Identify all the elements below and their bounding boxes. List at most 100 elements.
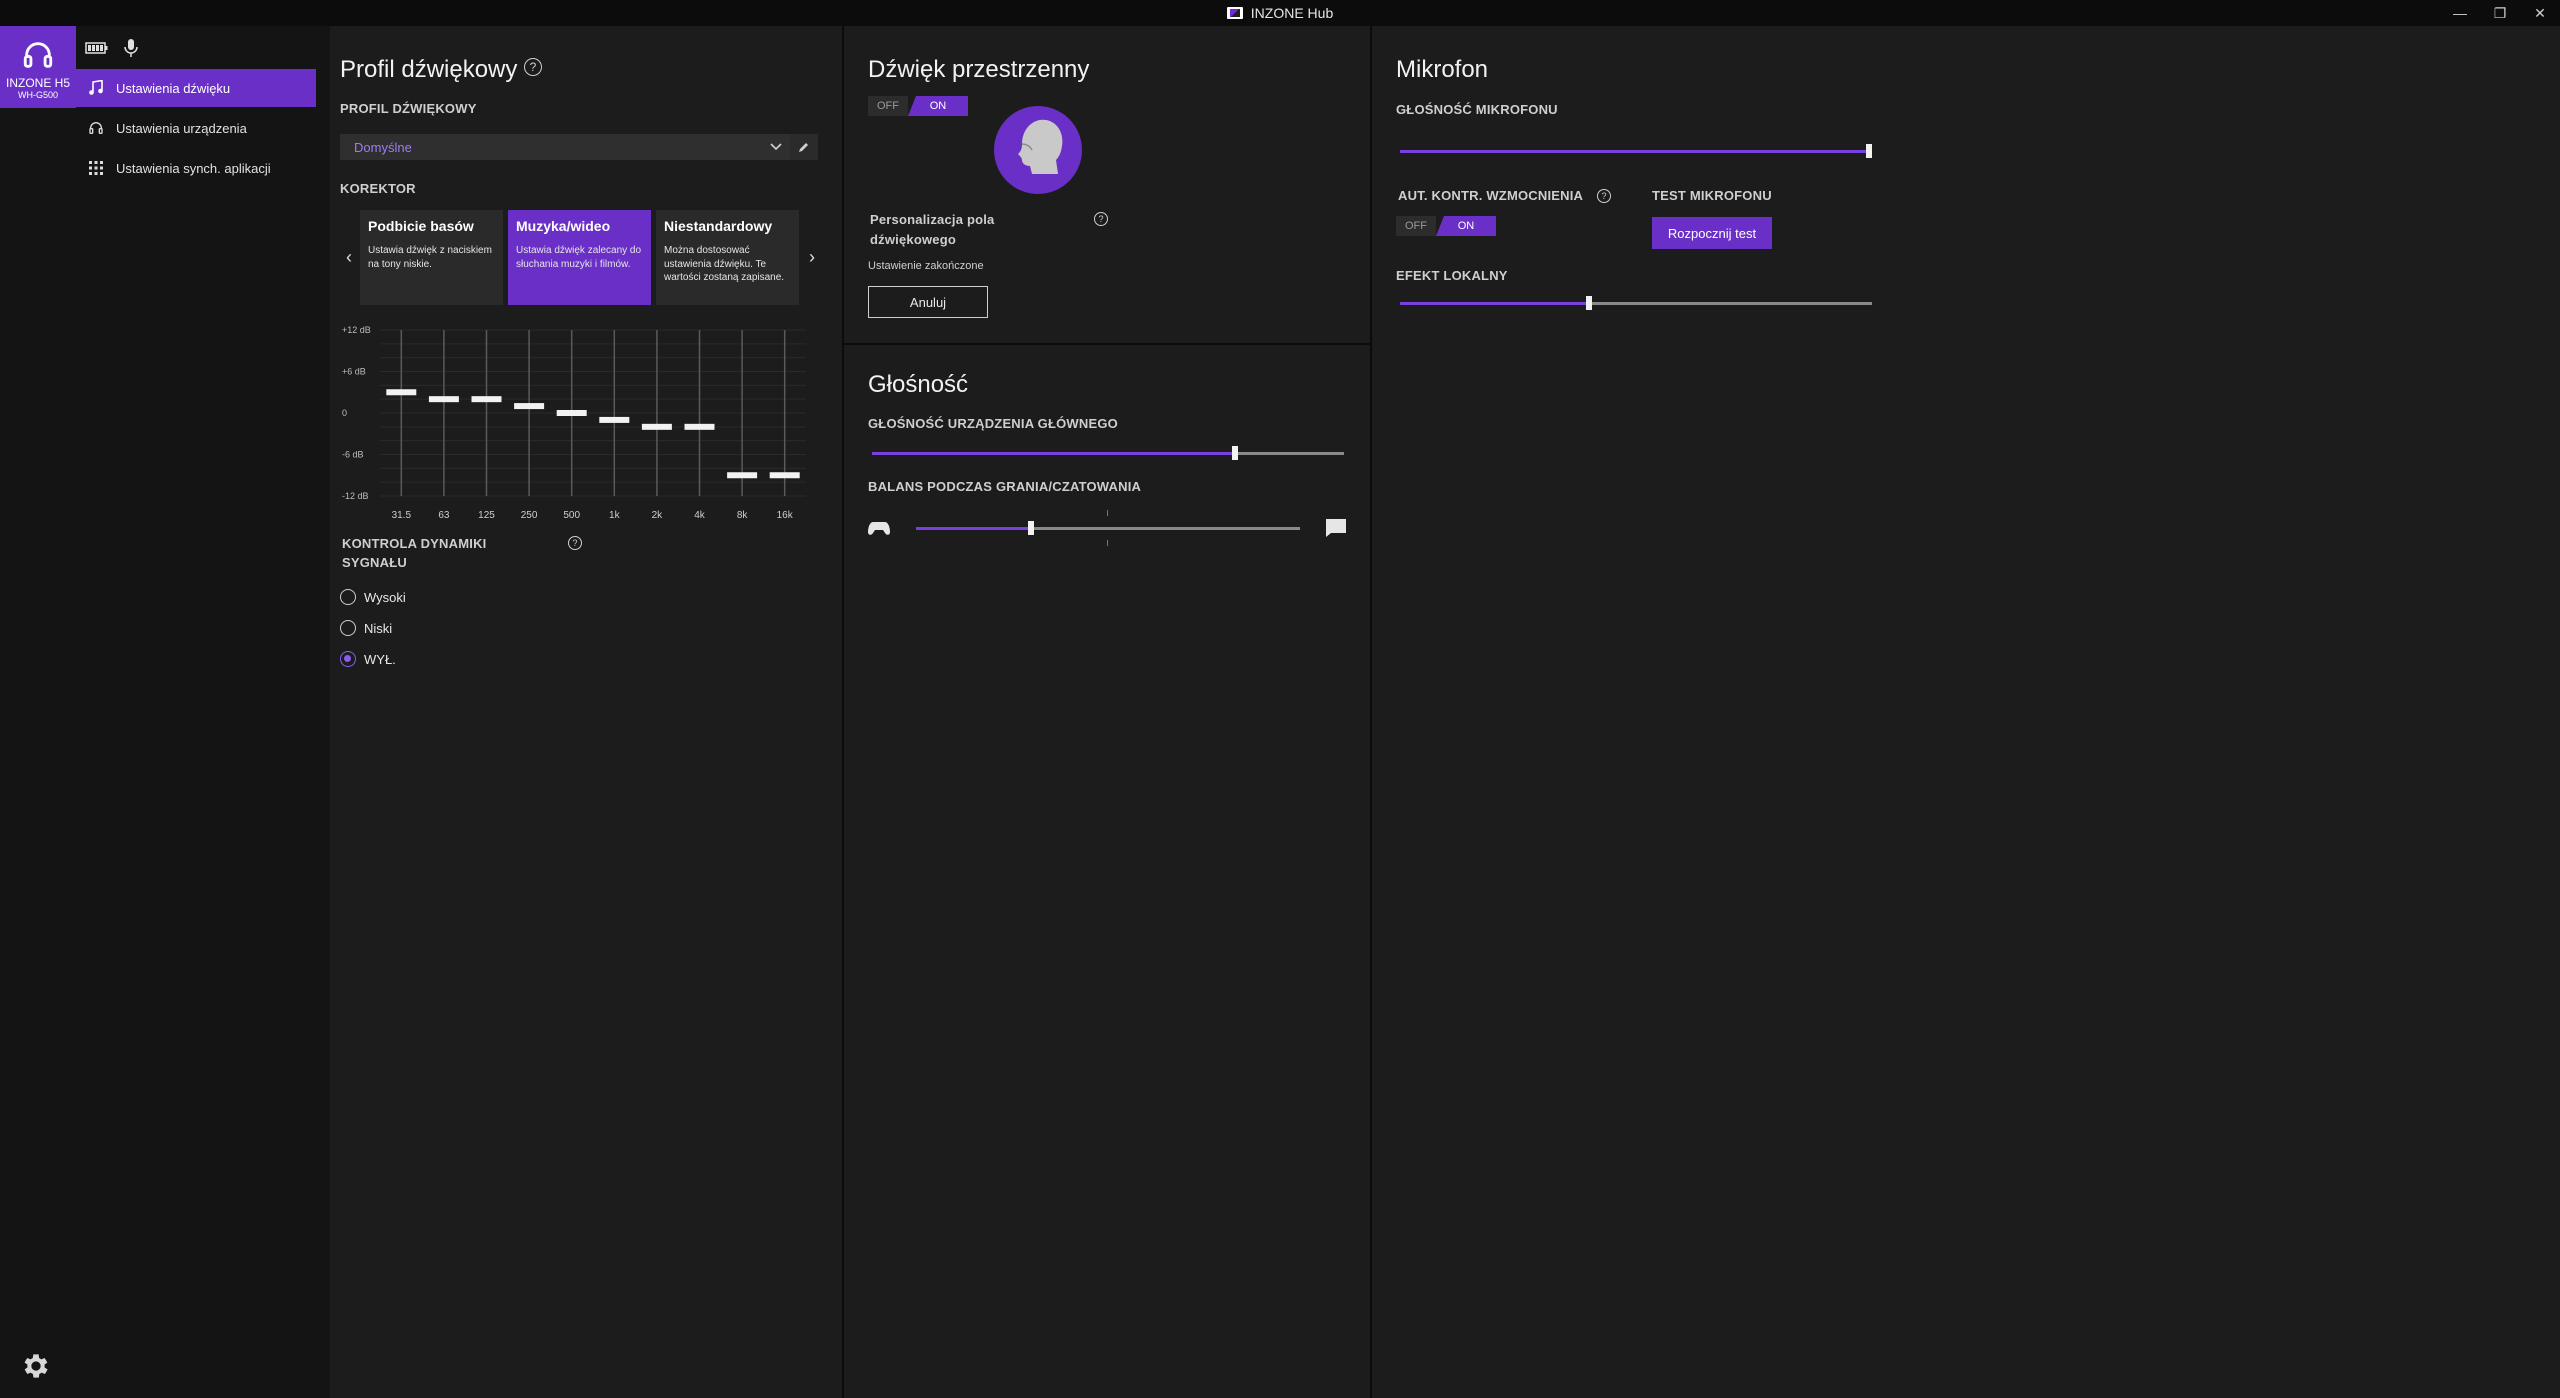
dynamics-label: KONTROLA DYNAMIKI SYGNAŁU: [342, 534, 486, 572]
toggle-on-label: ON: [908, 96, 968, 116]
eq-band-handle[interactable]: [684, 423, 715, 430]
preset-card-custom[interactable]: Niestandardowy Można dostosować ustawien…: [656, 210, 799, 305]
column-divider: [1370, 26, 1372, 1398]
sound-field-personalization-label: Personalizacja pola dźwiękowego: [870, 210, 994, 250]
dynamics-label-line: SYGNAŁU: [342, 555, 407, 570]
device-model: WH-G500: [17, 90, 58, 100]
device-name: INZONE H5: [5, 76, 70, 90]
dynamics-option-off[interactable]: WYŁ.: [340, 651, 396, 667]
preset-description: Ustawia dźwięk zalecany do słuchania muz…: [516, 245, 642, 270]
eq-y-tick-label: 0: [342, 408, 347, 418]
device-tile[interactable]: INZONE H5 WH-G500: [0, 26, 76, 108]
eq-band-handle[interactable]: [599, 416, 630, 423]
slider-fill: [1400, 150, 1872, 153]
main-volume-label: GŁOŚNOŚĆ URZĄDZENIA GŁÓWNEGO: [868, 416, 1118, 431]
eq-y-tick-label: -6 dB: [342, 450, 364, 460]
center-tick: [1107, 540, 1108, 546]
slider-thumb[interactable]: [1028, 521, 1035, 535]
sound-profile-dropdown[interactable]: Domyślne: [340, 134, 790, 160]
eq-band-handle[interactable]: [386, 389, 417, 396]
toggle-on-label: ON: [1436, 216, 1496, 236]
dynamics-option-low[interactable]: Niski: [340, 620, 392, 636]
chevron-left-icon[interactable]: ‹: [339, 240, 359, 274]
sidebar-item-device-settings[interactable]: Ustawienia urządzenia: [76, 109, 316, 147]
slider-fill: [872, 452, 1236, 455]
head-model-icon: [992, 104, 1084, 201]
eq-band-handle[interactable]: [556, 410, 587, 416]
personalization-label-line: Personalizacja pola: [870, 212, 995, 227]
dynamics-option-high[interactable]: Wysoki: [340, 589, 406, 605]
eq-y-tick-label: +12 dB: [342, 325, 371, 335]
sidetone-slider[interactable]: [1400, 296, 1872, 310]
slider-thumb[interactable]: [1866, 144, 1872, 158]
eq-x-tick-label: 250: [521, 510, 538, 521]
slider-thumb[interactable]: [1585, 296, 1592, 310]
preset-title: Niestandardowy: [664, 218, 773, 234]
chevron-down-icon[interactable]: [762, 134, 790, 160]
restore-button[interactable]: ❐: [2480, 0, 2520, 26]
agc-toggle[interactable]: OFF ON: [1396, 216, 1496, 236]
eq-band-handle[interactable]: [428, 396, 459, 403]
window-title: INZONE Hub: [1250, 5, 1334, 21]
column-divider: [842, 26, 844, 1398]
question-icon[interactable]: ?: [524, 58, 542, 76]
spatial-sound-toggle[interactable]: OFF ON: [868, 96, 968, 116]
close-button[interactable]: ✕: [2520, 0, 2560, 26]
dropdown-value: Domyślne: [354, 139, 412, 155]
headset-icon: [23, 42, 53, 68]
sidebar-item-sound-settings[interactable]: Ustawienia dźwięku: [76, 69, 316, 107]
eq-band-handle[interactable]: [769, 472, 800, 479]
equalizer-chart[interactable]: +12 dB +6 dB 0 -6 dB -12 dB 31.5 63 125 250 500 1k…: [340, 318, 810, 524]
eq-x-tick-label: 4k: [694, 510, 706, 521]
eq-band-handle[interactable]: [727, 472, 758, 479]
microphone-heading: Mikrofon: [1396, 56, 1489, 83]
eq-band-handle[interactable]: [471, 396, 502, 403]
gear-icon[interactable]: [20, 1350, 52, 1387]
game-chat-balance-slider[interactable]: [916, 521, 1300, 535]
chevron-right-icon[interactable]: ›: [802, 240, 822, 274]
cancel-button[interactable]: Anuluj: [868, 286, 988, 318]
dynamics-label-line: KONTROLA DYNAMIKI: [342, 536, 487, 551]
radio-label: Wysoki: [364, 589, 406, 605]
eq-band-handle[interactable]: [514, 403, 545, 410]
eq-x-tick-label: 63: [438, 510, 450, 521]
microphone-icon: [116, 34, 146, 62]
preset-card-bass-boost[interactable]: Podbicie basów Ustawia dźwięk z naciskie…: [360, 210, 503, 305]
eq-x-tick-label: 500: [563, 510, 580, 521]
minimize-button[interactable]: —: [2440, 0, 2480, 26]
eq-band-handle[interactable]: [641, 423, 672, 430]
edit-pencil-icon[interactable]: [790, 134, 818, 160]
main-volume-slider[interactable]: [872, 446, 1344, 460]
radio-button[interactable]: [340, 589, 356, 605]
radio-button[interactable]: [340, 651, 356, 667]
chat-bubble-icon: [1325, 518, 1347, 543]
radio-button[interactable]: [340, 620, 356, 636]
eq-x-tick-label: 1k: [609, 510, 621, 521]
preset-description: Ustawia dźwięk z naciskiem na tony niski…: [368, 245, 492, 270]
sidebar-item-label: Ustawienia dźwięku: [116, 80, 231, 96]
eq-x-tick-label: 31.5: [392, 510, 412, 521]
profile-label: PROFIL DŹWIĘKOWY: [340, 101, 477, 116]
preset-card-music-video[interactable]: Muzyka/wideo Ustawia dźwięk zalecany do …: [508, 210, 651, 305]
preset-description: Można dostosować ustawienia dźwięku. Te …: [664, 245, 785, 283]
sidebar-item-label: Ustawienia synch. aplikacji: [116, 160, 271, 176]
start-test-button[interactable]: Rozpocznij test: [1652, 217, 1772, 249]
toggle-off-label: OFF: [1396, 216, 1436, 236]
mic-volume-slider[interactable]: [1400, 144, 1872, 158]
eq-x-tick-label: 8k: [737, 510, 749, 521]
center-tick: [1107, 510, 1108, 516]
section-divider: [844, 343, 1370, 345]
sidetone-label: EFEKT LOKALNY: [1396, 268, 1508, 283]
mic-test-label: TEST MIKROFONU: [1652, 188, 1772, 203]
question-icon[interactable]: ?: [1597, 189, 1611, 203]
balance-label: BALANS PODCZAS GRANIA/CZATOWANIA: [868, 479, 1142, 494]
eq-x-tick-label: 125: [478, 510, 495, 521]
battery-icon: [82, 34, 112, 62]
mic-volume-label: GŁOŚNOŚĆ MIKROFONU: [1396, 102, 1558, 117]
music-note-icon: [88, 80, 104, 96]
question-icon[interactable]: ?: [1094, 212, 1108, 226]
question-icon[interactable]: ?: [568, 536, 582, 550]
slider-thumb[interactable]: [1232, 446, 1239, 460]
spatial-sound-heading: Dźwięk przestrzenny: [868, 56, 1090, 83]
sidebar-item-app-sync[interactable]: Ustawienia synch. aplikacji: [76, 149, 316, 187]
